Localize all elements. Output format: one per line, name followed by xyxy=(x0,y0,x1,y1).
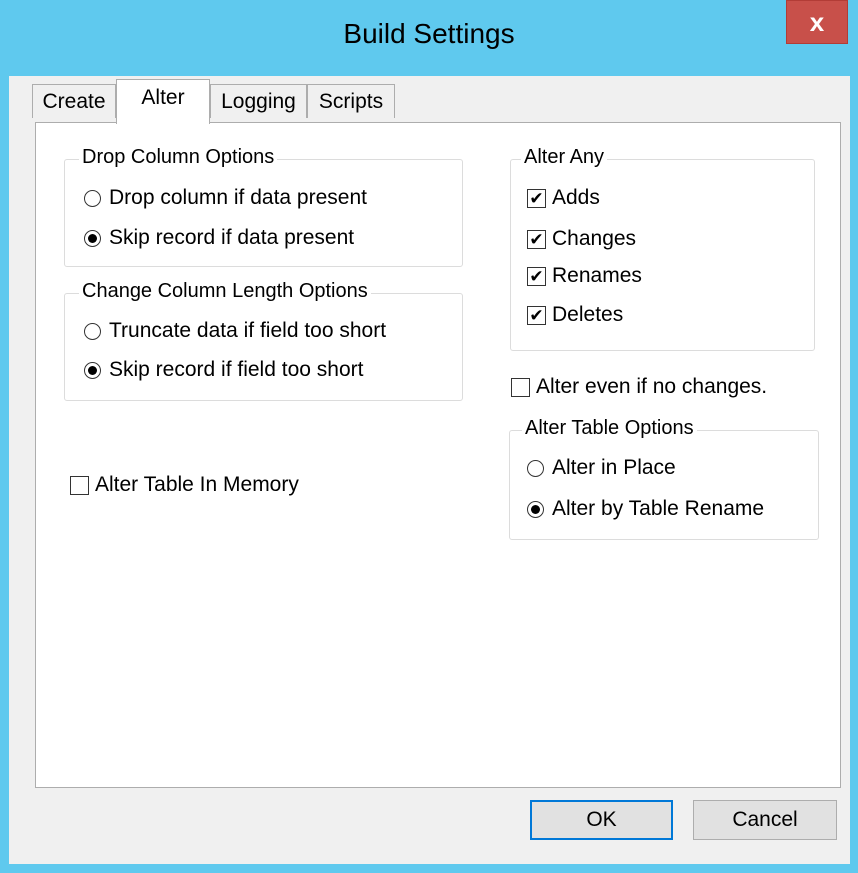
tab-label: Scripts xyxy=(318,89,384,113)
radio-button[interactable] xyxy=(84,189,101,207)
alter-any-group: Alter Any ✔ Adds ✔ Changes ✔ Renames ✔ D… xyxy=(510,146,815,351)
changes-checkbox[interactable]: ✔ Changes xyxy=(527,227,636,251)
alter-even-if-no-changes-checkbox[interactable]: Alter even if no changes. xyxy=(511,375,767,399)
alter-table-in-memory-checkbox[interactable]: Alter Table In Memory xyxy=(70,473,299,497)
tab-create[interactable]: Create xyxy=(32,84,116,118)
tab-label: Logging xyxy=(221,89,296,113)
radio-button[interactable] xyxy=(84,322,101,340)
group-legend: Alter Table Options xyxy=(522,417,697,440)
renames-checkbox[interactable]: ✔ Renames xyxy=(527,264,642,288)
change-column-length-options-group: Change Column Length Options Truncate da… xyxy=(64,280,463,401)
group-legend: Alter Any xyxy=(521,146,608,169)
drop-column-options-group: Drop Column Options Drop column if data … xyxy=(64,146,463,267)
close-icon: x xyxy=(809,6,825,37)
option-label: Drop column if data present xyxy=(109,186,367,209)
checkbox-label: Adds xyxy=(552,186,600,209)
radio-alter-in-place[interactable]: Alter in Place xyxy=(527,456,676,480)
cancel-button[interactable]: Cancel xyxy=(693,800,837,840)
alter-tab-panel: Drop Column Options Drop column if data … xyxy=(35,122,841,788)
tab-scripts[interactable]: Scripts xyxy=(307,84,395,118)
build-settings-window: Build Settings x Create Alter Logging Sc… xyxy=(0,0,858,873)
checkbox-label: Alter Table In Memory xyxy=(95,473,299,496)
checkbox[interactable]: ✔ xyxy=(527,188,546,208)
checkbox-label: Changes xyxy=(552,227,637,250)
window-title: Build Settings xyxy=(343,18,515,49)
checkbox[interactable] xyxy=(511,377,530,397)
alter-table-options-group: Alter Table Options Alter in Place Alter… xyxy=(509,417,819,540)
checkmark-icon: ✔ xyxy=(529,266,544,286)
radio-skip-record-field-short[interactable]: Skip record if field too short xyxy=(84,358,363,382)
checkbox-label: Alter even if no changes. xyxy=(536,375,768,398)
checkbox[interactable]: ✔ xyxy=(527,266,546,286)
dialog-client-area: Create Alter Logging Scripts Drop Column… xyxy=(9,76,850,864)
tab-label: Alter xyxy=(141,86,185,109)
tab-alter[interactable]: Alter xyxy=(116,79,210,124)
checkmark-icon: ✔ xyxy=(529,188,544,208)
deletes-checkbox[interactable]: ✔ Deletes xyxy=(527,303,623,327)
option-label: Truncate data if field too short xyxy=(109,319,387,342)
title-bar[interactable]: Build Settings x xyxy=(0,0,858,76)
radio-alter-by-table-rename[interactable]: Alter by Table Rename xyxy=(527,497,764,521)
radio-button[interactable] xyxy=(527,459,544,477)
radio-button[interactable] xyxy=(84,229,101,247)
radio-truncate-data[interactable]: Truncate data if field too short xyxy=(84,319,386,343)
option-label: Alter by Table Rename xyxy=(552,497,765,520)
radio-button[interactable] xyxy=(84,361,101,379)
tab-logging[interactable]: Logging xyxy=(210,84,307,118)
option-label: Skip record if data present xyxy=(109,226,355,249)
close-button[interactable]: x xyxy=(786,0,848,44)
checkbox-label: Renames xyxy=(552,264,642,287)
checkbox[interactable]: ✔ xyxy=(527,305,546,325)
checkbox[interactable]: ✔ xyxy=(527,229,546,249)
radio-skip-record-data-present[interactable]: Skip record if data present xyxy=(84,226,354,250)
ok-button[interactable]: OK xyxy=(530,800,673,840)
group-legend: Drop Column Options xyxy=(79,146,278,169)
option-label: Skip record if field too short xyxy=(109,358,364,381)
checkmark-icon: ✔ xyxy=(529,229,544,249)
tab-label: Create xyxy=(42,89,106,113)
radio-button[interactable] xyxy=(527,500,544,518)
checkbox[interactable] xyxy=(70,475,89,495)
radio-drop-column[interactable]: Drop column if data present xyxy=(84,186,367,210)
option-label: Alter in Place xyxy=(552,456,676,479)
adds-checkbox[interactable]: ✔ Adds xyxy=(527,186,600,210)
checkmark-icon: ✔ xyxy=(529,305,544,325)
group-legend: Change Column Length Options xyxy=(79,280,371,303)
checkbox-label: Deletes xyxy=(552,303,624,326)
